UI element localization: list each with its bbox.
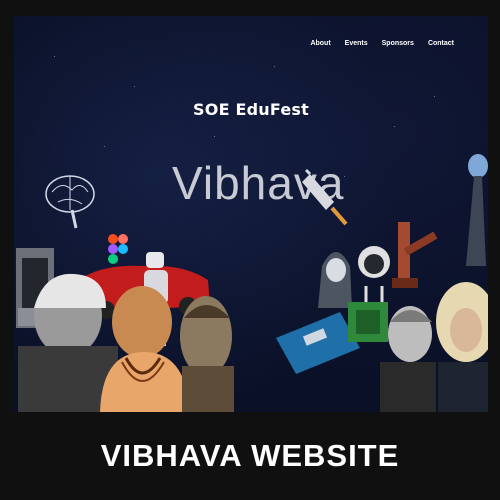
image-caption: VIBHAVA WEBSITE [100, 438, 400, 473]
figma-logo-icon [108, 234, 128, 264]
hero-collage [16, 154, 488, 412]
website-screenshot: About Events Sponsors Contact SOE EduFes… [14, 16, 488, 412]
tesla-tower-icon [466, 154, 488, 266]
portrait-newton [436, 282, 488, 412]
circuit-chip-icon [348, 302, 388, 342]
robotic-arm-icon [392, 222, 438, 288]
github-octocat-icon [358, 246, 390, 306]
brain-icon [45, 175, 95, 229]
arduino-board-icon [276, 312, 360, 374]
portrait-marie-curie [380, 306, 436, 412]
hacker-figure-image [318, 252, 352, 308]
rocket-icon [302, 168, 348, 226]
portrait-da-vinci [180, 296, 234, 412]
